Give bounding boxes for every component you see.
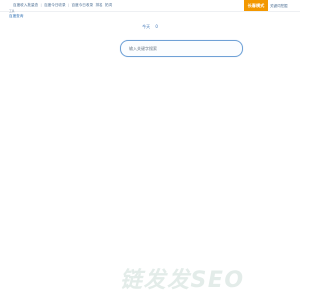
today-label: 今天 (142, 24, 151, 29)
top-nav-item-today-index[interactable]: 百度今日收录 (44, 3, 66, 7)
top-nav-item-ranking[interactable]: 排名 (95, 3, 102, 7)
watermark-logo: 链发发SEO (120, 268, 245, 293)
mode-button[interactable]: 长春模式 (244, 0, 268, 11)
baidu-query-link[interactable]: 百度查询 (9, 14, 23, 19)
search-box (120, 40, 243, 57)
date-row: 今天 0 (0, 24, 300, 30)
top-nav-item-expand-keywords[interactable]: 拓词 (105, 3, 112, 7)
top-nav-separator: | (67, 3, 70, 7)
today-count: 0 (155, 24, 158, 29)
keyword-mining-link[interactable]: 关键词挖掘 (270, 4, 288, 9)
top-nav: 百度收入批量查 | 百度今日收录 | 百度今日收录 排名 拓词 (13, 3, 113, 8)
search-input[interactable] (129, 43, 234, 54)
top-nav-item-today-index-2[interactable]: 百度今日收录 (72, 3, 94, 7)
tools-label: 工具 (9, 9, 15, 13)
top-nav-separator: | (40, 3, 42, 7)
page: 百度收入批量查 | 百度今日收录 | 百度今日收录 排名 拓词 长春模式 关键词… (0, 0, 300, 300)
top-bar: 百度收入批量查 | 百度今日收录 | 百度今日收录 排名 拓词 长春模式 关键词… (0, 0, 300, 12)
top-nav-item-batch-query[interactable]: 百度收入批量查 (13, 3, 38, 7)
